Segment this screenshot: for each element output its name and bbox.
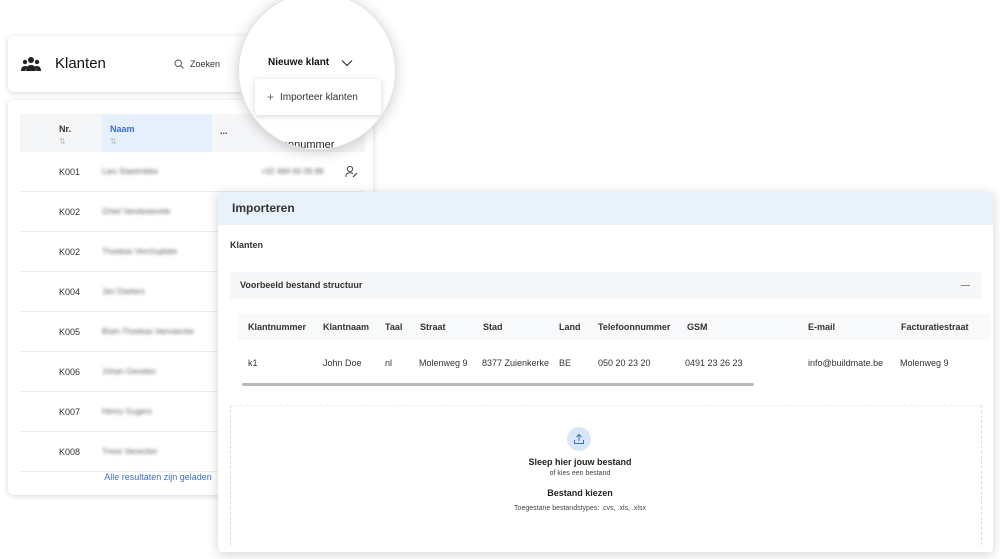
example-column-header: Facturatiestraat [901,322,969,332]
customer-phone: +32 484 60 09 88 [261,167,324,176]
minus-icon[interactable] [961,285,970,286]
example-column-header: GSM [687,322,708,332]
customer-name: Bisin-Thoekas Vanvaecke [102,327,194,336]
example-structure-accordion[interactable]: Voorbeeld bestand structuur [230,272,982,299]
customer-name: Henry Gugers [102,407,152,416]
customer-number: K006 [59,367,81,377]
example-column-header: Klantnummer [248,322,307,332]
example-column-header: Stad [483,322,503,332]
column-header-nr[interactable]: Nr. ⇅ [59,124,71,146]
example-cell: info@buildmate.be [808,358,884,368]
page-title: Klanten [55,55,106,72]
example-column-header: Taal [385,322,403,332]
customer-number: K001 [59,167,81,177]
column-header-more-label: ... [220,126,228,136]
column-header-naam[interactable]: Naam ⇅ [110,124,135,146]
example-cell: 8377 Zuienkerke [482,358,550,368]
sort-icon: ⇅ [59,137,66,146]
customer-name: Johan Gevelen [102,367,156,376]
users-icon [21,57,41,71]
example-column-header: Telefoonnummer [598,322,671,332]
customer-number: K002 [59,207,81,217]
choose-file-button[interactable]: Bestand kiezen [231,488,929,498]
example-cell: 050 20 23 20 [598,358,651,368]
column-header-nr-label: Nr. [59,124,72,134]
import-customers-menu-item[interactable]: + Importeer klanten [255,79,381,115]
example-column-header: E-mail [808,322,836,332]
file-dropzone[interactable]: Sleep hier jouw bestand of kies een best… [230,405,982,545]
dropzone-title: Sleep hier jouw bestand [528,457,632,467]
customer-name: Lies Staelmikke [102,167,159,176]
customer-name: Trees Vanecker [102,447,158,456]
search-label: Zoeken [190,59,221,69]
column-header-more[interactable]: ... [220,126,228,136]
customer-name: Jan Daelers [102,287,145,296]
example-cell: nl [385,358,393,368]
example-cell: John Doe [323,358,362,368]
dropzone-or-text: of kies een bestand [549,470,611,477]
import-section-title: Klanten [230,240,264,250]
search-button[interactable]: Zoeken [174,59,220,69]
allowed-file-types: Toegestane bestandstypes: .cvs, .xls, .x… [514,505,646,512]
search-icon [174,59,184,69]
example-structure-title: Voorbeeld bestand structuur [240,280,363,290]
customer-number: K004 [59,287,81,297]
example-column-header: Klantnaam [323,322,370,332]
example-column-header: Straat [420,322,446,332]
sort-icon: ⇅ [110,137,117,146]
customer-name: Ghiel Vandewevele [102,207,171,216]
example-cell: Molenweg 9 [419,358,468,368]
new-customer-label: Nieuwe klant [268,57,330,68]
customer-name: Thoekas Verchuplate [102,247,178,256]
column-header-naam-label: Naam [110,124,135,134]
chevron-down-icon [341,59,353,66]
upload-icon [567,427,591,451]
column-header-telefoonnummer[interactable]: elefoonnummer [258,139,334,149]
table-row[interactable]: K001 Lies Staelmikke +32 484 60 09 88 [20,152,365,192]
customer-number: K002 [59,247,81,257]
customer-number: K005 [59,327,81,337]
stage: Klanten Zoeken Nr. ⇅ Naam ⇅ ... K001 Lie… [0,0,1000,559]
import-panel: Importeren Klanten Voorbeeld bestand str… [218,192,993,552]
import-customers-label: Importeer klanten [280,91,358,103]
new-customer-button[interactable]: Nieuwe klant [268,57,353,68]
horizontal-scrollbar[interactable] [242,383,754,386]
example-cell: 0491 23 26 23 [685,358,743,368]
example-cell: k1 [248,358,258,368]
user-edit-icon[interactable] [345,165,358,178]
customer-number: K007 [59,407,81,417]
customer-number: K008 [59,447,81,457]
example-cell: Molenweg 9 [900,358,949,368]
example-cell: BE [559,358,572,368]
example-column-header: Land [559,322,581,332]
plus-icon: + [267,90,275,104]
import-title: Importeren [218,192,993,225]
